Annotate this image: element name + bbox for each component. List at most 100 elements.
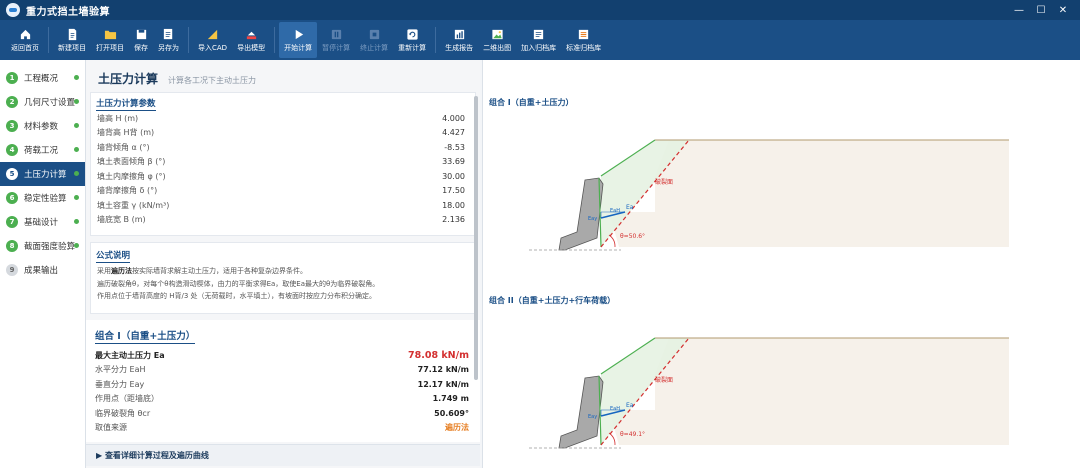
step-number-badge: 1 xyxy=(6,72,18,84)
formula-title: 公式说明 xyxy=(96,251,131,263)
export-button[interactable]: 导出模型 xyxy=(232,22,270,58)
sidebar-item-1[interactable]: 1 工程概况 xyxy=(0,66,85,90)
page-title: 土压力计算 xyxy=(98,72,159,86)
result-row: 作用点（距墙底） 1.749 m xyxy=(95,392,469,407)
save-as-icon xyxy=(162,27,176,41)
toolbar-separator xyxy=(48,27,49,53)
param-row: 墙背高 H背 (m) 4.427 xyxy=(91,126,475,141)
sidebar-item-label: 基础设计 xyxy=(24,218,59,228)
calc-panel-scrollbar[interactable] xyxy=(474,96,478,380)
param-value: 33.69 xyxy=(442,157,465,167)
step-number-badge: 3 xyxy=(6,120,18,132)
param-label: 墙背高 H背 (m) xyxy=(97,128,155,138)
toolbar-label: 重新计算 xyxy=(398,44,427,52)
toolbar-label: 另存为 xyxy=(158,44,179,52)
param-value: 2.136 xyxy=(442,215,465,225)
refresh-icon xyxy=(405,27,419,41)
eah-label: EaH xyxy=(610,208,620,214)
sidebar-item-4[interactable]: 4 荷载工况 xyxy=(0,138,85,162)
sidebar-item-3[interactable]: 3 材料参数 xyxy=(0,114,85,138)
minimize-button[interactable]: — xyxy=(1008,2,1030,18)
param-value: 4.000 xyxy=(442,113,465,123)
status-dot-icon xyxy=(74,123,79,128)
eay-label: Eay xyxy=(588,414,597,420)
chart-icon xyxy=(452,27,466,41)
theta-arc xyxy=(608,234,616,248)
cad-button[interactable]: 导入CAD xyxy=(193,22,232,58)
sidebar-item-7[interactable]: 7 基础设计 xyxy=(0,210,85,234)
saveas-button[interactable]: 另存为 xyxy=(153,22,184,58)
close-button[interactable]: ✕ xyxy=(1052,2,1074,18)
param-label: 墙底宽 B (m) xyxy=(97,215,146,225)
detail-link[interactable]: ▶ 查看详细计算过程及遍历曲线 xyxy=(86,444,480,466)
status-dot-icon xyxy=(74,99,79,104)
sidebar-item-2[interactable]: 2 几何尺寸设置 xyxy=(0,90,85,114)
recalc-button[interactable]: 重新计算 xyxy=(393,22,431,58)
home-button[interactable]: 返回首页 xyxy=(6,22,44,58)
formula-line1-pre: 采用 xyxy=(97,267,111,275)
report-button[interactable]: 生成报告 xyxy=(440,22,478,58)
result-value: 78.08 kN/m xyxy=(408,349,469,361)
new-button[interactable]: 新建项目 xyxy=(53,22,91,58)
draw2d-button[interactable]: 二维出图 xyxy=(478,22,516,58)
picture-icon xyxy=(490,27,504,41)
theta-label: θ=49.1° xyxy=(620,431,645,438)
retaining-wall xyxy=(558,177,604,251)
app-title: 重力式挡土墙验算 xyxy=(26,6,110,18)
pause-icon xyxy=(329,27,343,41)
formula-line3: 作用点位于墙背高度的 H背/3 处（无荷载时，水平填土），有坡面时按应力分布积分… xyxy=(97,292,377,300)
toolbar-label: 标准归档库 xyxy=(566,44,602,52)
param-label: 填土表面倾角 β (°) xyxy=(97,157,166,167)
param-label: 填土内摩擦角 φ (°) xyxy=(97,171,166,181)
save-button[interactable]: 保存 xyxy=(129,22,153,58)
sidebar-item-label: 稳定性验算 xyxy=(24,194,67,204)
params-card: 土压力计算参数 墙高 H (m) 4.000 墙背高 H背 (m) 4.427 墙背倾角… xyxy=(90,92,476,236)
open-button[interactable]: 打开项目 xyxy=(91,22,129,58)
folder-icon xyxy=(103,27,117,41)
result-card: 组合 I（自重+土压力） 最大主动土压力 Ea 78.08 kN/m 水平分力 Ea… xyxy=(86,320,480,442)
sidebar-item-label: 荷载工况 xyxy=(24,146,59,156)
pause-button: 暂停计算 xyxy=(317,22,355,58)
cad-icon xyxy=(206,27,220,41)
toolbar-separator xyxy=(435,27,437,53)
status-dot-icon xyxy=(74,219,79,224)
app-logo-icon xyxy=(6,3,20,17)
stdlib-button[interactable]: 标准归档库 xyxy=(561,22,606,58)
slip-plane-label: 破裂面 xyxy=(655,178,673,186)
param-row: 墙背倾角 α (°) -8.53 xyxy=(91,140,475,155)
toolbar-separator xyxy=(188,27,189,53)
eay-label: Eay xyxy=(588,216,597,222)
new-file-icon xyxy=(65,27,79,41)
figure-1-diagram: 破裂面 Ea EaH Eay θ=50.6° xyxy=(529,139,1009,251)
result-title: 组合 I（自重+土压力） xyxy=(95,328,196,344)
param-value: -8.53 xyxy=(444,142,465,152)
toolbar-label: 打开项目 xyxy=(96,44,124,52)
main-toolbar: 返回首页 新建项目 打开项目 保存 另存为 导入CAD 导出模型 开始计算 暂停计算 终止计算 重新… xyxy=(0,20,1080,60)
param-row: 填土内摩擦角 φ (°) 30.00 xyxy=(91,169,475,184)
eah-label: EaH xyxy=(610,406,620,412)
toolbar-label: 新建项目 xyxy=(58,44,86,52)
status-dot-icon xyxy=(74,195,79,200)
ea-label: Ea xyxy=(626,204,634,211)
play-icon xyxy=(291,27,305,41)
toolbar-label: 暂停计算 xyxy=(322,44,351,52)
sidebar-item-8[interactable]: 8 截面强度验算 xyxy=(0,234,85,258)
sidebar-item-9[interactable]: 9 成果输出 xyxy=(0,258,85,282)
start-button[interactable]: 开始计算 xyxy=(279,22,318,58)
toolbar-label: 导入CAD xyxy=(198,44,228,52)
step-number-badge: 4 xyxy=(6,144,18,156)
result-label: 水平分力 EaH xyxy=(95,365,146,375)
result-value: 12.17 kN/m xyxy=(417,379,469,389)
page-header: 土压力计算 计算各工况下主动土压力 xyxy=(98,70,256,87)
result-list: 最大主动土压力 Ea 78.08 kN/m 水平分力 EaH 77.12 kN/m 垂直… xyxy=(95,348,469,435)
sidebar-item-label: 几何尺寸设置 xyxy=(24,98,76,108)
page-subtitle: 计算各工况下主动土压力 xyxy=(168,76,257,85)
sidebar-item-5[interactable]: 5 土压力计算 xyxy=(0,162,85,186)
maximize-button[interactable]: ☐ xyxy=(1030,2,1052,18)
addlib-button[interactable]: 加入归档库 xyxy=(516,22,561,58)
status-dot-icon xyxy=(74,243,79,248)
sidebar-item-6[interactable]: 6 稳定性验算 xyxy=(0,186,85,210)
home-icon xyxy=(18,27,32,41)
figure-2-diagram: 破裂面 Ea EaH Eay θ=49.1° xyxy=(529,337,1009,449)
param-value: 18.00 xyxy=(442,200,465,210)
